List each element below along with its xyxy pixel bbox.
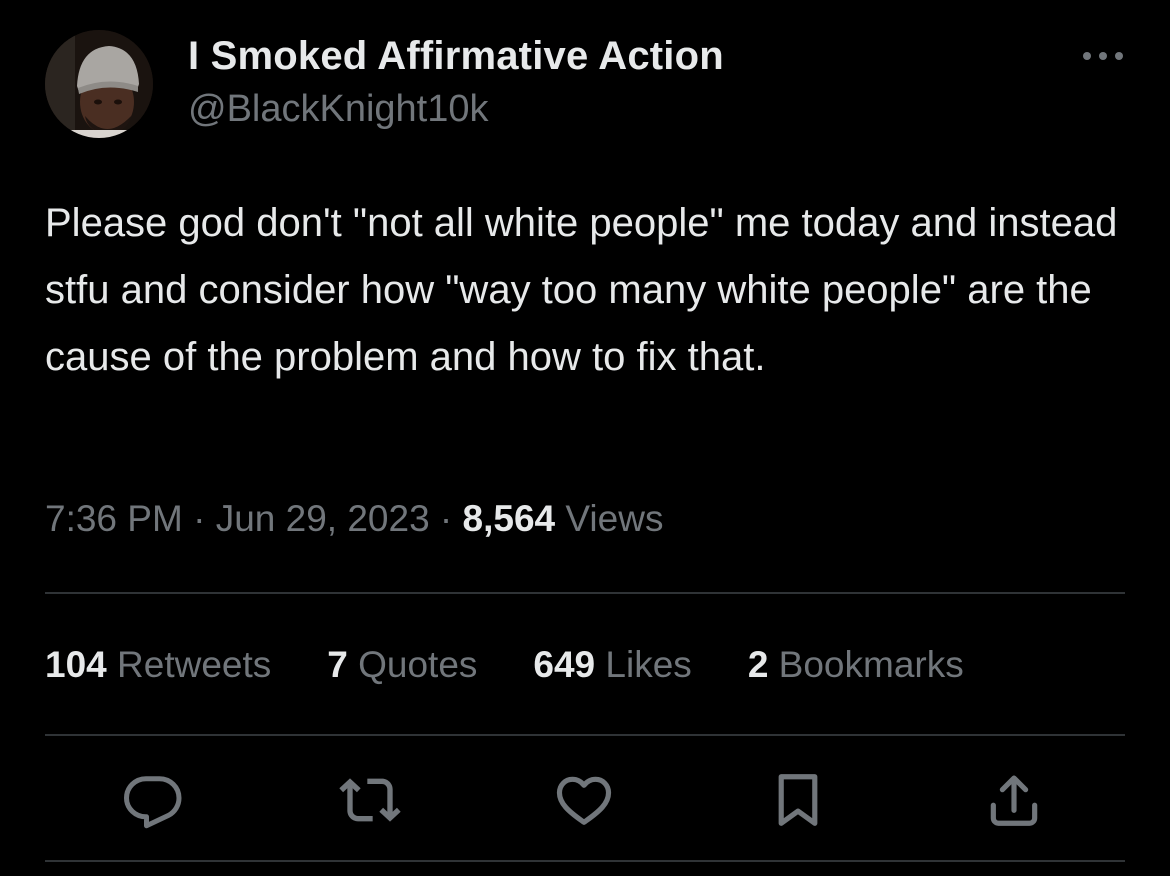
quotes-stat[interactable]: 7 Quotes xyxy=(327,644,477,686)
meta-separator: · xyxy=(182,498,216,539)
author-handle[interactable]: @BlackKnight10k xyxy=(188,88,489,131)
bookmarks-stat[interactable]: 2 Bookmarks xyxy=(748,644,964,686)
bookmark-button[interactable] xyxy=(766,768,830,832)
author-display-name[interactable]: I Smoked Affirmative Action xyxy=(188,34,724,79)
divider xyxy=(45,592,1125,594)
bookmarks-label: Bookmarks xyxy=(778,644,964,685)
bookmarks-count: 2 xyxy=(747,644,769,685)
tweet-meta: 7:36 PM · Jun 29, 2023 · 8,564 Views xyxy=(45,498,663,540)
avatar[interactable] xyxy=(45,30,153,138)
likes-count: 649 xyxy=(533,644,596,685)
bookmark-icon xyxy=(778,774,818,826)
share-button[interactable] xyxy=(982,768,1046,832)
tweet-time[interactable]: 7:36 PM xyxy=(45,498,183,539)
avatar-image xyxy=(45,30,153,138)
retweets-count: 104 xyxy=(45,644,107,685)
heart-icon xyxy=(556,776,612,825)
action-bar xyxy=(0,768,1170,832)
quotes-label: Quotes xyxy=(358,644,478,685)
tweet-date[interactable]: Jun 29, 2023 xyxy=(216,498,430,539)
retweets-stat[interactable]: 104 Retweets xyxy=(45,644,271,686)
reply-icon xyxy=(124,776,182,829)
likes-stat[interactable]: 649 Likes xyxy=(533,644,691,686)
retweets-label: Retweets xyxy=(117,644,272,685)
engagement-stats: 104 Retweets 7 Quotes 649 Likes 2 Bookma… xyxy=(45,644,1020,686)
likes-label: Likes xyxy=(605,644,692,685)
quotes-count: 7 xyxy=(327,644,348,685)
like-button[interactable] xyxy=(552,768,616,832)
views-count: 8,564 xyxy=(462,498,556,539)
more-icon xyxy=(1083,52,1123,60)
reply-button[interactable] xyxy=(122,768,186,832)
meta-separator: · xyxy=(429,498,463,539)
divider xyxy=(45,860,1125,862)
more-button[interactable] xyxy=(1078,36,1128,76)
views-label: Views xyxy=(565,498,664,539)
retweet-icon xyxy=(339,778,401,822)
share-icon xyxy=(990,775,1038,826)
retweet-button[interactable] xyxy=(338,768,402,832)
tweet-text: Please god don't "not all white people" … xyxy=(45,201,1118,379)
tweet-detail: I Smoked Affirmative Action @BlackKnight… xyxy=(0,0,1170,876)
divider xyxy=(45,734,1125,736)
